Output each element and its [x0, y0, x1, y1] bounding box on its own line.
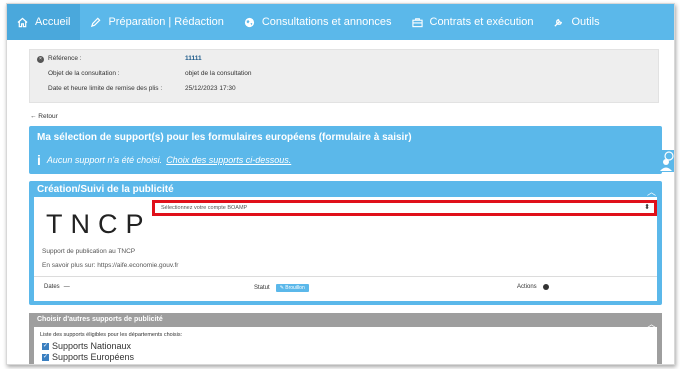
app-window: Accueil Préparation | Rédaction Consulta… [6, 3, 675, 365]
briefcase-icon [411, 17, 423, 27]
objet-row: Objet de la consultation : objet de la c… [30, 70, 658, 82]
reference-row: Référence : 11111 [30, 55, 658, 67]
reference-block: × Référence : 11111 Objet de la consulta… [29, 49, 659, 103]
checkbox-supports-europeens[interactable]: ✓ Supports Européens [42, 352, 134, 362]
checkbox-checked-icon: ✓ [42, 353, 49, 361]
nav-consultations[interactable]: Consultations et annonces [234, 4, 402, 40]
supports-message: i Aucun support n'a été choisi. Choix de… [37, 152, 291, 168]
supports-list-label: Liste des supports éligibles pour les dé… [40, 332, 183, 338]
divider [34, 276, 657, 277]
globe-icon [244, 17, 254, 27]
objet-label: Objet de la consultation : [48, 70, 120, 77]
actions-label: Actions [517, 284, 537, 290]
actions-header: Actions [517, 284, 549, 290]
supports-message-text: Aucun support n'a été choisi. [46, 155, 163, 165]
more-info-text: En savoir plus sur: https://aife.economi… [42, 262, 179, 269]
statut-label: Statut [254, 285, 270, 291]
publicite-panel-title: Création/Suivi de la publicité [37, 184, 174, 195]
nav-consultations-label: Consultations et annonces [261, 16, 392, 28]
supports-panel-title: Ma sélection de support(s) pour les form… [37, 132, 412, 143]
select-arrows-icon: ⬍ [644, 204, 650, 211]
status-badge: ✎ Brouillon [275, 284, 309, 292]
side-strip [7, 146, 21, 172]
nav-outils[interactable]: Outils [543, 4, 609, 40]
autres-supports-panel: Choisir d'autres supports de publicité ︿… [29, 313, 662, 364]
sort-arrow-icon: — [63, 284, 70, 290]
nav-contrats[interactable]: Contrats et exécution [402, 4, 544, 40]
edit-icon: ✎ [279, 285, 284, 291]
date-label: Date et heure limite de remise des plis … [48, 85, 163, 92]
nav-preparation-label: Préparation | Rédaction [108, 16, 224, 28]
nav-contrats-label: Contrats et exécution [429, 16, 534, 28]
pencil-icon [91, 17, 101, 27]
autres-panel-body: Liste des supports éligibles pour les dé… [34, 327, 657, 364]
home-icon [17, 17, 28, 27]
nav-accueil-label: Accueil [35, 16, 71, 28]
support-description: Support de publication au TNCP [42, 248, 136, 255]
retour-link[interactable]: ← Retour [30, 113, 58, 120]
publicite-panel: Création/Suivi de la publicité ︿ TNCP Sé… [29, 181, 662, 305]
main-nav: Accueil Préparation | Rédaction Consulta… [7, 4, 674, 40]
reference-value[interactable]: 11111 [185, 55, 202, 62]
checkbox-label: Supports Européens [52, 352, 135, 362]
dates-header[interactable]: Dates — [44, 284, 70, 290]
help-user-icon[interactable] [659, 150, 674, 172]
wrench-icon [554, 18, 563, 27]
nav-outils-label: Outils [571, 16, 600, 28]
date-row: Date et heure limite de remise des plis … [30, 85, 658, 97]
info-icon: i [37, 152, 41, 168]
objet-value: objet de la consultation [185, 70, 252, 77]
nav-accueil[interactable]: Accueil [7, 4, 81, 40]
boamp-account-select[interactable]: Sélectionnez votre compte BOAMP ⬍ [152, 200, 657, 216]
boamp-select-value: Sélectionnez votre compte BOAMP [161, 205, 248, 211]
choix-supports-link[interactable]: Choix des supports ci-dessous. [166, 155, 291, 165]
reference-label: Référence : [48, 55, 82, 62]
status-badge-label: Brouillon [285, 285, 305, 291]
nav-preparation[interactable]: Préparation | Rédaction [80, 4, 233, 40]
gear-icon[interactable] [542, 284, 549, 290]
tncp-logo: TNCP [46, 209, 152, 239]
supports-selection-panel: Ma sélection de support(s) pour les form… [29, 126, 662, 174]
statut-header: Statut ✎ Brouillon [254, 284, 309, 292]
checkbox-supports-nationaux[interactable]: ✓ Supports Nationaux [42, 341, 131, 351]
checkbox-label: Supports Nationaux [52, 341, 132, 351]
autres-panel-title: Choisir d'autres supports de publicité [37, 316, 163, 323]
dates-label: Dates [44, 284, 60, 290]
checkbox-checked-icon: ✓ [42, 342, 49, 350]
publicite-panel-body: TNCP Sélectionnez votre compte BOAMP ⬍ S… [34, 197, 657, 301]
date-value: 25/12/2023 17:30 [185, 85, 236, 92]
